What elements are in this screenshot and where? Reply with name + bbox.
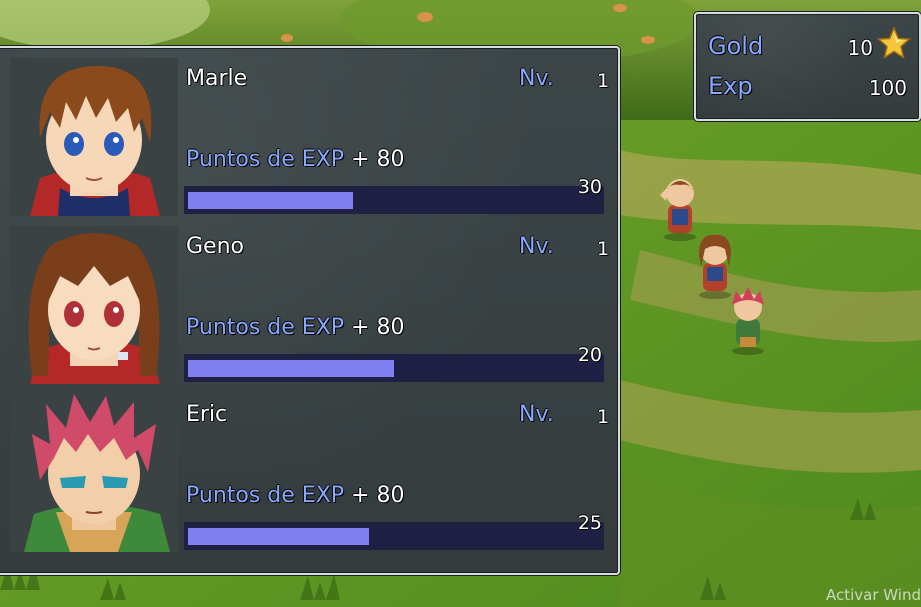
star-icon [876, 26, 912, 60]
exp-bar [184, 522, 604, 550]
exp-gain-value: + 80 [351, 147, 405, 168]
member-name: Geno [186, 234, 244, 259]
windows-activation-watermark: Activar Wind [826, 586, 921, 604]
exp-bar-value: 25 [577, 512, 602, 534]
sprite-geno [699, 234, 731, 299]
level-label: Nv. [519, 66, 554, 91]
exp-bar [184, 354, 604, 382]
sprite-eric [732, 287, 764, 355]
party-member-row: Eric Nv. 1 Puntos de EXP + 80 25 [0, 384, 618, 552]
level-label: Nv. [519, 234, 554, 259]
exp-gain-line: Puntos de EXP + 80 [186, 314, 404, 336]
portrait-geno [10, 226, 178, 384]
gold-value: 10 [847, 36, 873, 60]
portrait-eric [10, 394, 178, 552]
exp-bar-fill [188, 528, 369, 545]
gold-label: Gold [708, 32, 764, 60]
gold-exp-window: Gold 10 Exp 100 [694, 12, 921, 121]
member-name: Marle [186, 66, 248, 91]
exp-gain-value: + 80 [351, 483, 405, 504]
party-member-row: Marle Nv. 1 Puntos de EXP + 80 30 [0, 48, 618, 216]
exp-label: Exp [708, 72, 753, 100]
exp-bar-value: 20 [577, 344, 602, 366]
level-value: 1 [597, 238, 610, 260]
exp-gain-line: Puntos de EXP + 80 [186, 482, 404, 504]
exp-gain-label: Puntos de EXP [186, 483, 345, 504]
level-label: Nv. [519, 402, 554, 427]
party-member-row: Geno Nv. 1 Puntos de EXP + 80 20 [0, 216, 618, 384]
exp-gain-line: Puntos de EXP + 80 [186, 146, 404, 168]
portrait-marle [10, 58, 178, 216]
party-exp-window: Marle Nv. 1 Puntos de EXP + 80 30 Geno N… [0, 46, 620, 575]
exp-gain-label: Puntos de EXP [186, 315, 345, 336]
sprite-marle [660, 179, 696, 241]
level-value: 1 [597, 406, 610, 428]
level-value: 1 [597, 70, 610, 92]
exp-gain-value: + 80 [351, 315, 405, 336]
exp-bar-fill [188, 360, 394, 377]
member-name: Eric [186, 402, 228, 427]
exp-bar [184, 186, 604, 214]
exp-value: 100 [868, 76, 907, 100]
exp-gain-label: Puntos de EXP [186, 147, 345, 168]
exp-bar-fill [188, 192, 353, 209]
party-sprites [650, 175, 780, 365]
exp-bar-value: 30 [577, 176, 602, 198]
